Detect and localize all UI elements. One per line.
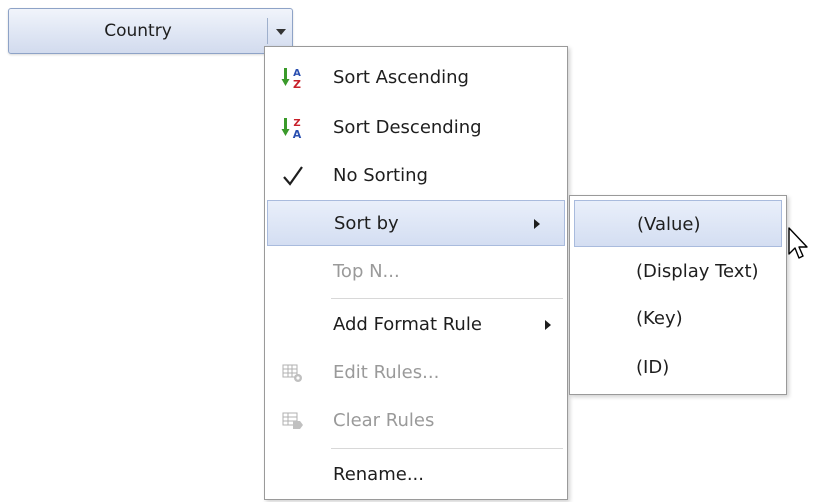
edit-rules-icon bbox=[281, 361, 305, 385]
menu-item-label: Rename... bbox=[333, 464, 424, 485]
sort-ascending-icon: A Z bbox=[281, 66, 305, 91]
sort-by-submenu: (Value) (Display Text) (Key) (ID) bbox=[569, 195, 787, 395]
field-button-separator bbox=[267, 18, 268, 44]
svg-text:Z: Z bbox=[293, 78, 301, 90]
menu-item-label: Add Format Rule bbox=[333, 314, 482, 335]
dropdown-arrow-icon[interactable] bbox=[274, 23, 288, 39]
clear-rules-icon bbox=[281, 409, 305, 433]
mouse-pointer-icon bbox=[787, 226, 811, 264]
menu-item-sort-ascending[interactable]: A Z Sort Ascending bbox=[267, 55, 565, 101]
submenu-arrow-icon bbox=[534, 219, 540, 229]
menu-divider bbox=[331, 298, 563, 299]
menu-item-clear-rules[interactable]: Clear Rules bbox=[267, 398, 565, 444]
menu-item-label: Sort Ascending bbox=[333, 67, 469, 88]
submenu-item-label: (ID) bbox=[636, 357, 670, 378]
menu-divider bbox=[331, 448, 563, 449]
menu-item-label: Top N... bbox=[333, 261, 400, 282]
menu-item-label: Sort by bbox=[334, 213, 399, 234]
field-button-label: Country bbox=[104, 21, 172, 41]
submenu-item-id[interactable]: (ID) bbox=[574, 344, 782, 391]
menu-item-add-format-rule[interactable]: Add Format Rule bbox=[267, 302, 565, 348]
checkmark-icon bbox=[281, 164, 305, 188]
menu-item-sort-descending[interactable]: Z A Sort Descending bbox=[267, 105, 565, 151]
submenu-item-key[interactable]: (Key) bbox=[574, 295, 782, 342]
submenu-item-value[interactable]: (Value) bbox=[574, 200, 782, 247]
submenu-arrow-icon bbox=[545, 320, 551, 330]
country-field-button[interactable]: Country bbox=[8, 8, 293, 54]
menu-item-top-n[interactable]: Top N... bbox=[267, 249, 565, 295]
sort-descending-icon: Z A bbox=[281, 116, 305, 141]
menu-item-label: Sort Descending bbox=[333, 117, 482, 138]
menu-item-edit-rules[interactable]: Edit Rules... bbox=[267, 350, 565, 396]
menu-item-label: Clear Rules bbox=[333, 410, 435, 431]
context-menu: A Z Sort Ascending Z A Sort Descending N… bbox=[264, 46, 568, 500]
svg-text:A: A bbox=[293, 128, 302, 140]
menu-item-label: Edit Rules... bbox=[333, 362, 440, 383]
submenu-item-display-text[interactable]: (Display Text) bbox=[574, 248, 782, 295]
submenu-item-label: (Value) bbox=[637, 214, 701, 235]
menu-item-sort-by[interactable]: Sort by bbox=[267, 200, 565, 246]
submenu-item-label: (Key) bbox=[636, 308, 683, 329]
menu-item-no-sorting[interactable]: No Sorting bbox=[267, 153, 565, 199]
menu-item-rename[interactable]: Rename... bbox=[267, 452, 565, 498]
menu-item-label: No Sorting bbox=[333, 165, 428, 186]
submenu-item-label: (Display Text) bbox=[636, 261, 759, 282]
